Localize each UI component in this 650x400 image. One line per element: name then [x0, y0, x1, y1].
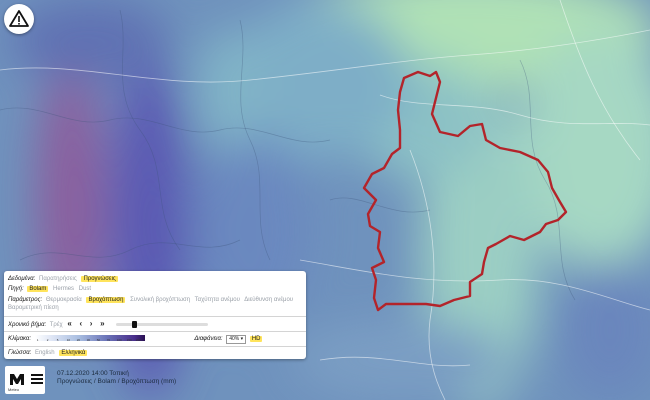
source-option-dust[interactable]: Dust: [79, 286, 91, 292]
parameter-option-wind-direction[interactable]: Διεύθυνση ανέμου: [244, 297, 293, 303]
footer-logo-bar: Meteo: [5, 366, 45, 394]
warning-icon: [9, 10, 29, 27]
time-prev-button[interactable]: ‹: [79, 319, 82, 328]
language-label: Γλώσσα:: [8, 350, 32, 356]
data-row: Δεδομένα: Παρατηρήσεις Προγνώσεις: [8, 274, 121, 284]
parameter-option-pressure[interactable]: Βαρομετρική πίεση: [8, 305, 59, 311]
time-next-button[interactable]: ›: [90, 319, 93, 328]
language-row: Γλώσσα: English Ελληνικά: [8, 348, 90, 358]
divider: [4, 316, 306, 317]
scale-tick: 70: [106, 338, 111, 343]
scale-tick: 150: [126, 338, 132, 343]
source-option-hermes[interactable]: Hermes: [53, 286, 74, 292]
source-label: Πηγή:: [8, 286, 24, 292]
scale-tick: 5: [56, 338, 59, 343]
warning-button[interactable]: [4, 4, 34, 34]
menu-icon[interactable]: [31, 373, 43, 385]
divider: [4, 331, 306, 332]
time-step-value: Τρέχ: [49, 322, 63, 328]
scale-tick: 50: [96, 338, 101, 343]
opacity-label: Διαφάνεια:: [194, 336, 223, 342]
parameter-option-wind-speed[interactable]: Ταχύτητα ανέμου: [195, 297, 240, 303]
language-option-english[interactable]: English: [35, 350, 55, 356]
opacity-value: 40%: [229, 336, 240, 342]
source-row: Πηγή: Bolam Hermes Dust: [8, 284, 94, 294]
chevron-down-icon: ▾: [240, 336, 244, 342]
scale-tick: 20: [76, 338, 81, 343]
logo-text: Meteo: [8, 387, 20, 392]
footer-datetime: 07.12.2020 14:00 Τοπική: [57, 370, 129, 377]
language-option-greek[interactable]: Ελληνικά: [59, 350, 88, 356]
hd-toggle[interactable]: HD: [249, 336, 263, 342]
source-option-bolam[interactable]: Bolam: [27, 286, 49, 292]
scale-label: Κλίμακα:: [8, 336, 32, 342]
scale-row: Κλίμακα: 1 2 5 10 20 30 50 70 100 150 20…: [8, 334, 265, 344]
scale-tick: 100: [116, 338, 122, 343]
time-last-button[interactable]: »: [100, 319, 104, 328]
color-scale: 1 2 5 10 20 30 50 70 100 150 200: [34, 335, 145, 342]
data-option-forecasts[interactable]: Προγνώσεις: [81, 276, 118, 282]
scale-tick: 10: [66, 338, 71, 343]
time-slider[interactable]: [116, 320, 209, 328]
time-step-label: Χρονικό βήμα:: [8, 322, 47, 328]
scale-tick: 200: [135, 338, 141, 343]
parameter-row-wrap: Βαρομετρική πίεση: [8, 303, 62, 313]
footer-layer: Προγνώσεις / Bolam / Βροχόπτωση (mm): [57, 378, 177, 385]
divider: [4, 346, 306, 347]
scale-tick: 30: [86, 338, 91, 343]
parameter-option-total-precipitation[interactable]: Συνολική βροχόπτωση: [130, 297, 190, 303]
data-option-observations[interactable]: Παρατηρήσεις: [39, 276, 77, 282]
control-panel: Δεδομένα: Παρατηρήσεις Προγνώσεις Πηγή: …: [4, 271, 306, 359]
time-step-row: Χρονικό βήμα: Τρέχ « ‹ › »: [8, 319, 209, 329]
scale-tick: 1: [36, 338, 39, 343]
opacity-select[interactable]: 40% ▾: [226, 335, 247, 344]
footer-info: 07.12.2020 14:00 Τοπική Προγνώσεις / Bol…: [57, 370, 176, 386]
scale-tick: 2: [46, 338, 49, 343]
time-slider-handle[interactable]: [132, 320, 138, 328]
time-first-button[interactable]: «: [67, 319, 71, 328]
data-label: Δεδομένα:: [8, 276, 36, 282]
parameter-option-precipitation[interactable]: Βροχόπτωση: [86, 297, 126, 303]
